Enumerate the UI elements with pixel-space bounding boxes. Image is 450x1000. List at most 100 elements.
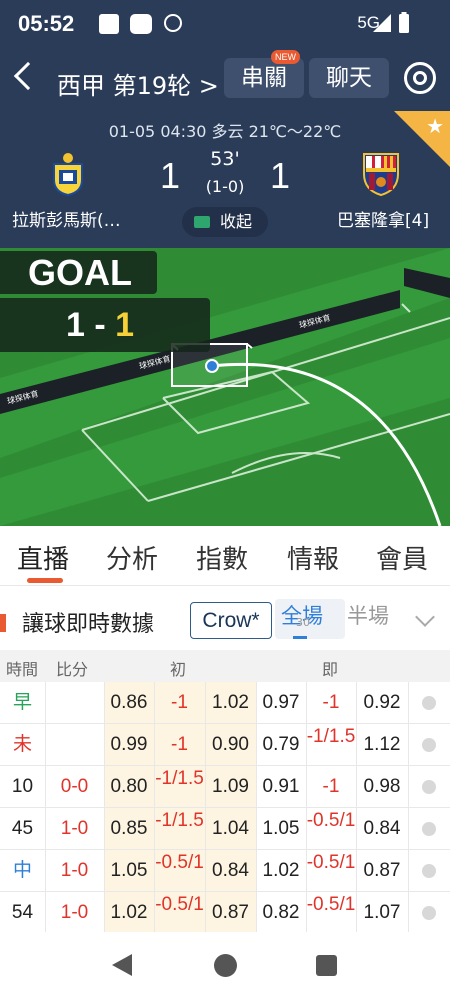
status-bar: 05:52 5G	[0, 0, 450, 48]
odds-cell-h1: 1.05	[110, 860, 148, 881]
odds-cell-a1: 0.84	[212, 860, 249, 881]
col-header-time: 時間	[6, 660, 39, 679]
odds-row[interactable]: 45 1-0 0.85 -1/1.5 1.04 1.05 -0.5/1 0.84	[0, 808, 450, 850]
new-badge: NEW	[271, 50, 300, 64]
odds-section-title: 讓球即時數據	[22, 612, 155, 637]
odds-cell-a2: 0.87	[363, 860, 401, 881]
tab-odds-index[interactable]: 指數	[196, 539, 248, 576]
top-nav: 西甲 第19轮 > 串關 NEW 聊天	[0, 50, 450, 104]
goal-banner: GOAL	[0, 251, 157, 294]
goal-score-separator: -	[84, 306, 116, 344]
home-team-name[interactable]: 拉斯彭馬斯(…	[12, 206, 121, 231]
odds-cell-hc2: -1	[322, 692, 340, 713]
chevron-down-icon[interactable]	[415, 607, 435, 627]
bookmaker-selector[interactable]: Crow*	[190, 602, 272, 639]
half-match-segment[interactable]: 半場	[347, 600, 389, 630]
odds-cell-hc1: -1/1.5	[155, 768, 204, 789]
odds-cell-score	[45, 724, 104, 766]
odds-cell-hc2: -0.5/1	[306, 894, 356, 915]
odds-table: 時間 比分 初 即 早 0.86 -1 1.02 0.97 -1 0.92 未 0.99 -1 0.…	[0, 650, 450, 934]
odds-cell-score	[45, 682, 104, 724]
goal-score-home: 1	[66, 306, 85, 344]
odds-cell-a1: 1.02	[212, 692, 249, 713]
odds-cell-hc1: -1	[171, 734, 188, 755]
odds-row[interactable]: 10 0-0 0.80 -1/1.5 1.09 0.91 -1 0.98	[0, 766, 450, 808]
app-root: 05:52 5G 西甲 第19轮 > 串關 NEW 聊天 ★ 01-05 04:…	[0, 0, 450, 1000]
odds-cell-a2: 1.12	[363, 734, 401, 755]
odds-cell-a1: 1.09	[212, 776, 249, 797]
away-team-name[interactable]: 巴塞隆拿[4]	[337, 206, 429, 231]
back-icon[interactable]	[13, 61, 43, 91]
tab-analysis[interactable]: 分析	[106, 539, 158, 576]
main-tabs: 直播 分析 指數 情報 會員	[0, 526, 450, 586]
odds-row[interactable]: 早 0.86 -1 1.02 0.97 -1 0.92	[0, 682, 450, 724]
odds-cell-score: 1-0	[60, 860, 89, 881]
active-tab-indicator	[27, 578, 63, 583]
row-detail-dot-icon[interactable]	[422, 906, 436, 920]
live-pitch-animation: 球探体育 球探体育 球探体育 GOAL 1 - 1	[0, 248, 450, 526]
odds-section-header: 讓球即時數據 Crow* 全場 30 半場	[0, 586, 450, 650]
goal-score-away: 1	[115, 306, 135, 344]
parlay-button[interactable]: 串關 NEW	[224, 50, 304, 98]
league-round-link[interactable]: 西甲 第19轮 >	[57, 66, 219, 101]
odds-cell-h1: 0.86	[110, 692, 148, 713]
full-match-sub: 30	[296, 616, 310, 629]
settings-icon[interactable]	[404, 62, 436, 94]
odds-cell-score: 0-0	[60, 776, 89, 797]
odds-row[interactable]: 中 1-0 1.05 -0.5/1 0.84 1.02 -0.5/1 0.87	[0, 850, 450, 892]
odds-cell-time: 54	[11, 902, 34, 923]
notification-icon	[99, 14, 119, 34]
odds-cell-hc1: -1	[171, 692, 188, 713]
odds-cell-a2: 0.98	[363, 776, 401, 797]
odds-cell-h2: 0.82	[262, 902, 300, 923]
row-detail-dot-icon[interactable]	[422, 696, 436, 710]
segment-underline	[293, 636, 307, 639]
odds-row[interactable]: 未 0.99 -1 0.90 0.79 -1/1.5 1.12	[0, 724, 450, 766]
odds-cell-score: 1-0	[60, 902, 89, 923]
section-accent-bar	[0, 614, 6, 632]
tab-live[interactable]: 直播	[17, 539, 69, 576]
odds-cell-h1: 0.85	[110, 818, 148, 839]
odds-cell-a1: 0.87	[212, 902, 249, 923]
signal-icon	[373, 14, 391, 32]
nav-home-icon[interactable]	[214, 954, 237, 977]
col-header-initial: 初	[170, 660, 187, 679]
match-time-weather: 01-05 04:30 多云 21℃～22℃	[108, 122, 342, 141]
odds-row[interactable]: 54 1-0 1.02 -0.5/1 0.87 0.82 -0.5/1 1.07	[0, 892, 450, 934]
system-nav-bar	[0, 932, 450, 1000]
odds-cell-a1: 1.04	[212, 818, 249, 839]
row-detail-dot-icon[interactable]	[422, 864, 436, 878]
tab-intelligence[interactable]: 情報	[287, 539, 339, 576]
goal-label: GOAL	[28, 252, 132, 293]
odds-cell-h2: 1.05	[262, 818, 300, 839]
row-detail-dot-icon[interactable]	[422, 738, 436, 752]
battery-icon	[399, 12, 409, 33]
collapse-button[interactable]: 收起	[182, 207, 268, 237]
odds-cell-hc1: -1/1.5	[155, 810, 204, 831]
pitch-icon	[194, 216, 210, 228]
odds-cell-hc2: -1/1.5	[306, 726, 356, 747]
collapse-label: 收起	[220, 212, 253, 231]
odds-cell-a1: 0.90	[212, 734, 249, 755]
odds-cell-h2: 1.02	[262, 860, 300, 881]
odds-cell-h1: 0.80	[110, 776, 148, 797]
odds-cell-time: 未	[12, 734, 32, 755]
odds-table-header: 時間 比分 初 即	[0, 650, 450, 682]
odds-cell-h1: 0.99	[110, 734, 148, 755]
nav-back-icon[interactable]	[112, 954, 132, 976]
col-header-live: 即	[322, 660, 339, 679]
odds-cell-time: 早	[12, 692, 32, 713]
odds-cell-time: 45	[11, 818, 34, 839]
odds-cell-a2: 0.84	[363, 818, 401, 839]
tab-membership[interactable]: 會員	[376, 539, 428, 576]
status-time: 05:52	[18, 11, 75, 36]
nav-recents-icon[interactable]	[316, 955, 337, 976]
odds-cell-a2: 1.07	[363, 902, 401, 923]
app-notification-icon	[130, 14, 152, 34]
chat-button[interactable]: 聊天	[309, 58, 389, 98]
away-score: 1	[270, 155, 291, 196]
odds-cell-hc1: -0.5/1	[155, 894, 204, 915]
row-detail-dot-icon[interactable]	[422, 780, 436, 794]
row-detail-dot-icon[interactable]	[422, 822, 436, 836]
odds-cell-hc2: -1	[322, 776, 340, 797]
